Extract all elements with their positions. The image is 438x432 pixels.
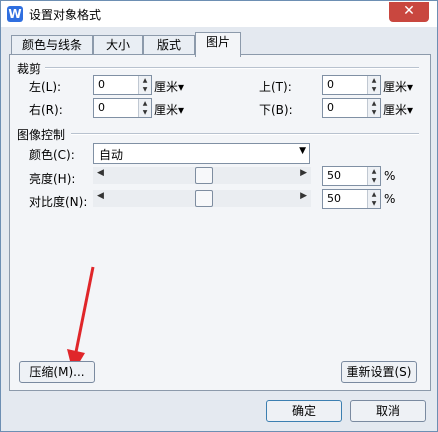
down-arrow-icon[interactable]: ▼	[368, 176, 380, 185]
crop-bottom-unit[interactable]: 厘米▾	[383, 101, 413, 118]
contrast-label: 对比度(N):	[29, 195, 88, 209]
cancel-button[interactable]: 取消	[350, 400, 426, 422]
title-bar: W 设置对象格式 ✕	[1, 1, 437, 27]
up-arrow-icon[interactable]: ▲	[139, 99, 151, 108]
compress-button[interactable]: 压缩(M)...	[19, 361, 95, 383]
crop-left-unit[interactable]: 厘米▾	[154, 78, 184, 95]
crop-left-spinner[interactable]: 0 ▲ ▼	[93, 75, 152, 95]
close-icon: ✕	[403, 3, 415, 19]
crop-left-arrows[interactable]: ▲ ▼	[138, 76, 151, 94]
app-icon: W	[7, 6, 23, 22]
dropdown-arrow-icon[interactable]: ▼	[299, 146, 306, 156]
up-arrow-icon[interactable]: ▲	[139, 76, 151, 85]
reset-button[interactable]: 重新设置(S)	[341, 361, 417, 383]
crop-top-spinner[interactable]: 0 ▲ ▼	[322, 75, 381, 95]
slider-right-arrow-icon[interactable]: ▶	[300, 191, 307, 201]
crop-top-arrows[interactable]: ▲ ▼	[367, 76, 380, 94]
up-arrow-icon[interactable]: ▲	[368, 190, 380, 199]
crop-left-label: 左(L):	[29, 80, 62, 94]
ok-button[interactable]: 确定	[266, 400, 342, 422]
crop-right-value: 0	[98, 101, 105, 114]
crop-bottom-label: 下(B):	[259, 103, 293, 117]
tab-size[interactable]: 大小	[93, 35, 143, 55]
tab-colors-lines[interactable]: 颜色与线条	[11, 35, 93, 55]
down-arrow-icon[interactable]: ▼	[368, 85, 380, 94]
crop-right-unit[interactable]: 厘米▾	[154, 101, 184, 118]
image-control-group-label: 图像控制	[17, 128, 66, 142]
crop-right-arrows[interactable]: ▲ ▼	[138, 99, 151, 117]
up-arrow-icon[interactable]: ▲	[368, 99, 380, 108]
slider-left-arrow-icon[interactable]: ◀	[97, 168, 104, 178]
crop-right-spinner[interactable]: 0 ▲ ▼	[93, 98, 152, 118]
contrast-spinner[interactable]: 50 ▲ ▼	[322, 189, 381, 209]
brightness-arrows[interactable]: ▲ ▼	[367, 167, 380, 185]
color-label: 颜色(C):	[29, 148, 75, 162]
crop-bottom-spinner[interactable]: 0 ▲ ▼	[322, 98, 381, 118]
contrast-slider-thumb[interactable]	[195, 190, 213, 207]
color-select-value: 自动	[99, 148, 124, 162]
crop-left-value: 0	[98, 78, 105, 91]
up-arrow-icon[interactable]: ▲	[368, 167, 380, 176]
dialog-title: 设置对象格式	[29, 8, 102, 22]
up-arrow-icon[interactable]: ▲	[368, 76, 380, 85]
crop-bottom-arrows[interactable]: ▲ ▼	[367, 99, 380, 117]
crop-top-label: 上(T):	[259, 80, 292, 94]
crop-top-value: 0	[327, 78, 334, 91]
brightness-label: 亮度(H):	[29, 172, 76, 186]
format-object-dialog: W 设置对象格式 ✕ 颜色与线条 大小 版式 图片 裁剪 左(L): 0 ▲ ▼ …	[0, 0, 438, 432]
image-control-divider	[71, 133, 419, 135]
down-arrow-icon[interactable]: ▼	[139, 85, 151, 94]
crop-top-unit[interactable]: 厘米▾	[383, 78, 413, 95]
contrast-percent: %	[384, 192, 396, 206]
down-arrow-icon[interactable]: ▼	[368, 108, 380, 117]
contrast-arrows[interactable]: ▲ ▼	[367, 190, 380, 208]
brightness-slider-thumb[interactable]	[195, 167, 213, 184]
brightness-slider[interactable]: ◀ ▶	[93, 167, 311, 184]
contrast-slider[interactable]: ◀ ▶	[93, 190, 311, 207]
down-arrow-icon[interactable]: ▼	[368, 199, 380, 208]
brightness-percent: %	[384, 169, 396, 183]
crop-bottom-value: 0	[327, 101, 334, 114]
crop-group-divider	[45, 67, 419, 69]
crop-right-label: 右(R):	[29, 103, 63, 117]
annotation-arrow-icon	[67, 266, 95, 373]
brightness-value: 50	[327, 169, 341, 182]
close-button[interactable]: ✕	[389, 2, 429, 22]
crop-group-label: 裁剪	[17, 62, 42, 76]
slider-right-arrow-icon[interactable]: ▶	[300, 168, 307, 178]
tab-picture[interactable]: 图片	[195, 32, 241, 57]
down-arrow-icon[interactable]: ▼	[139, 108, 151, 117]
slider-left-arrow-icon[interactable]: ◀	[97, 191, 104, 201]
tab-layout[interactable]: 版式	[143, 35, 195, 55]
color-select[interactable]: 自动 ▼	[93, 143, 310, 164]
brightness-spinner[interactable]: 50 ▲ ▼	[322, 166, 381, 186]
contrast-value: 50	[327, 192, 341, 205]
